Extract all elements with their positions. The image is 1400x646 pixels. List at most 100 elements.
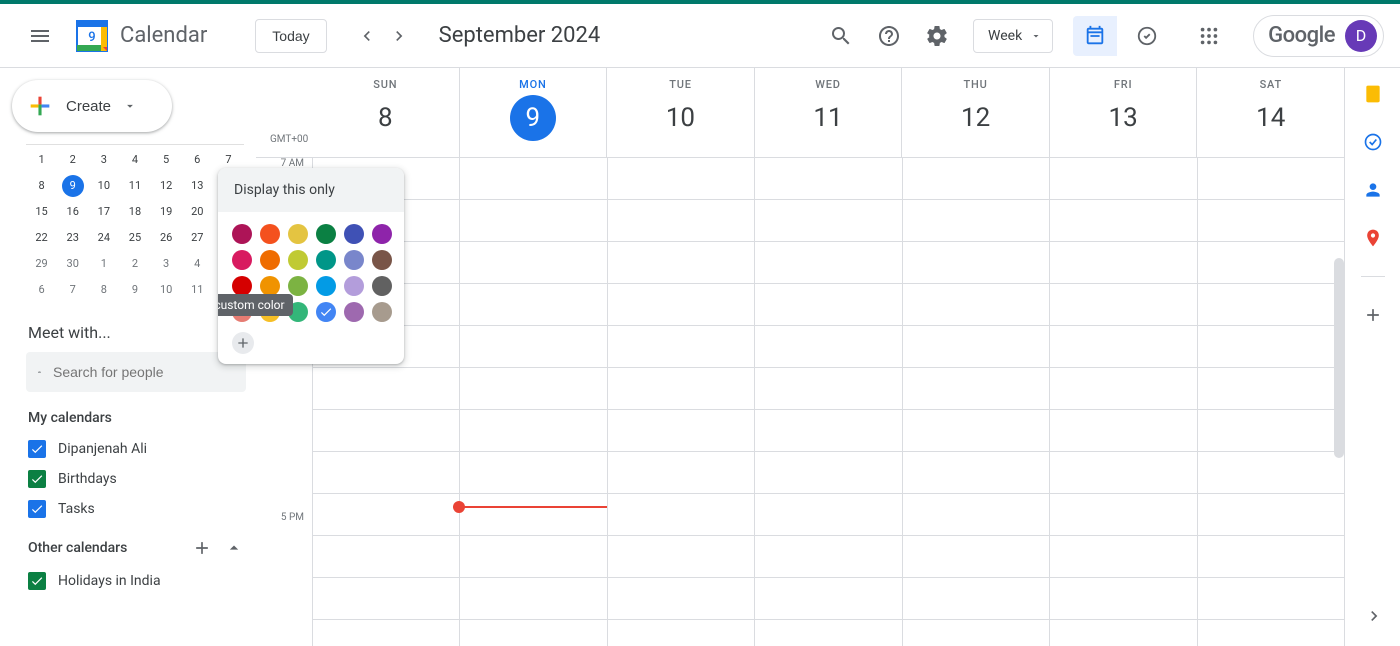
time-slot[interactable]	[460, 536, 606, 578]
time-slot[interactable]	[1198, 452, 1344, 494]
mini-cal-day[interactable]: 13	[182, 173, 213, 199]
time-slot[interactable]	[1198, 410, 1344, 452]
calendar-view-toggle[interactable]	[1073, 16, 1117, 56]
mini-cal-day[interactable]: 30	[57, 251, 88, 277]
mini-cal-day[interactable]: 19	[151, 199, 182, 225]
mini-cal-day[interactable]: 2	[57, 147, 88, 173]
color-swatch[interactable]	[260, 250, 280, 270]
day-column[interactable]	[1049, 158, 1196, 646]
mini-cal-day[interactable]: 12	[151, 173, 182, 199]
time-slot[interactable]	[1050, 158, 1196, 200]
time-slot[interactable]	[313, 452, 459, 494]
time-slot[interactable]	[1050, 326, 1196, 368]
add-custom-color-button[interactable]	[232, 332, 254, 354]
color-swatch[interactable]	[260, 224, 280, 244]
time-slot[interactable]	[608, 494, 754, 536]
time-slot[interactable]	[608, 368, 754, 410]
search-people-field[interactable]	[26, 352, 246, 392]
color-swatch[interactable]	[372, 224, 392, 244]
day-header[interactable]: FRI13	[1049, 68, 1197, 157]
scrollbar[interactable]	[1334, 258, 1344, 458]
mini-cal-day[interactable]: 22	[26, 225, 57, 251]
mini-cal-day[interactable]: 10	[88, 173, 119, 199]
chevron-up-icon[interactable]	[224, 538, 244, 558]
color-swatch[interactable]	[372, 276, 392, 296]
time-slot[interactable]	[460, 326, 606, 368]
color-swatch[interactable]	[288, 224, 308, 244]
next-week-button[interactable]	[383, 20, 415, 52]
other-calendars-heading[interactable]: Other calendars	[28, 540, 180, 556]
create-button[interactable]: Create	[12, 80, 172, 132]
mini-cal-day[interactable]: 26	[151, 225, 182, 251]
time-slot[interactable]	[1198, 536, 1344, 578]
mini-cal-day[interactable]: 6	[26, 277, 57, 303]
time-slot[interactable]	[903, 326, 1049, 368]
time-slot[interactable]	[608, 158, 754, 200]
time-slot[interactable]	[608, 200, 754, 242]
color-swatch[interactable]	[288, 276, 308, 296]
time-slot[interactable]	[1198, 242, 1344, 284]
mini-cal-day[interactable]: 8	[88, 277, 119, 303]
time-slot[interactable]	[1198, 158, 1344, 200]
time-slot[interactable]	[903, 452, 1049, 494]
search-button[interactable]	[821, 16, 861, 56]
time-slot[interactable]	[608, 578, 754, 620]
calendar-checkbox[interactable]	[28, 470, 46, 488]
day-number[interactable]: 10	[657, 95, 703, 141]
mini-cal-day[interactable]: 15	[26, 199, 57, 225]
hide-side-panel-button[interactable]	[1364, 606, 1384, 630]
mini-cal-day[interactable]: 11	[119, 173, 150, 199]
time-slot[interactable]	[903, 284, 1049, 326]
time-slot[interactable]	[1198, 284, 1344, 326]
account-chip[interactable]: Google D	[1253, 15, 1384, 57]
time-slot[interactable]	[608, 242, 754, 284]
mini-cal-day[interactable]: 1	[88, 251, 119, 277]
time-slot[interactable]	[313, 410, 459, 452]
color-swatch[interactable]	[232, 250, 252, 270]
time-slot[interactable]	[313, 536, 459, 578]
mini-cal-day[interactable]: 9	[119, 277, 150, 303]
mini-cal-day[interactable]: 16	[57, 199, 88, 225]
mini-cal-day[interactable]: 20	[182, 199, 213, 225]
time-slot[interactable]	[903, 578, 1049, 620]
contacts-icon[interactable]	[1363, 180, 1383, 200]
color-swatch[interactable]	[372, 302, 392, 322]
day-header[interactable]: SAT14	[1196, 68, 1344, 157]
calendar-item[interactable]: Birthdays	[28, 464, 256, 494]
time-slot[interactable]	[755, 536, 901, 578]
day-header[interactable]: THU12	[901, 68, 1049, 157]
mini-cal-day[interactable]: 8	[26, 173, 57, 199]
mini-cal-day[interactable]: 24	[88, 225, 119, 251]
day-number[interactable]: 12	[953, 95, 999, 141]
time-slot[interactable]	[755, 242, 901, 284]
calendar-item[interactable]: Holidays in India	[28, 566, 256, 596]
color-swatch[interactable]	[344, 276, 364, 296]
time-slot[interactable]	[460, 242, 606, 284]
time-slot[interactable]	[755, 452, 901, 494]
calendar-checkbox[interactable]	[28, 572, 46, 590]
calendar-item[interactable]: Tasks	[28, 494, 256, 524]
my-calendars-heading[interactable]: My calendars	[28, 396, 256, 434]
color-swatch[interactable]	[316, 302, 336, 322]
day-column[interactable]	[902, 158, 1049, 646]
today-button[interactable]: Today	[255, 19, 326, 53]
day-number[interactable]: 8	[362, 95, 408, 141]
tasks-view-toggle[interactable]	[1125, 16, 1169, 56]
google-apps-button[interactable]	[1189, 16, 1229, 56]
time-slot[interactable]	[903, 410, 1049, 452]
time-slot[interactable]	[608, 410, 754, 452]
time-slot[interactable]	[460, 494, 606, 536]
time-slot[interactable]	[460, 158, 606, 200]
time-slot[interactable]	[1050, 536, 1196, 578]
mini-cal-day[interactable]: 9	[62, 175, 84, 197]
mini-cal-day[interactable]: 4	[182, 251, 213, 277]
mini-cal-day[interactable]: 4	[119, 147, 150, 173]
calendar-checkbox[interactable]	[28, 500, 46, 518]
day-column[interactable]	[754, 158, 901, 646]
color-swatch[interactable]	[232, 276, 252, 296]
time-slot[interactable]	[460, 578, 606, 620]
tasks-icon[interactable]	[1363, 132, 1383, 152]
time-slot[interactable]	[755, 158, 901, 200]
time-slot[interactable]	[903, 536, 1049, 578]
time-slot[interactable]	[313, 494, 459, 536]
